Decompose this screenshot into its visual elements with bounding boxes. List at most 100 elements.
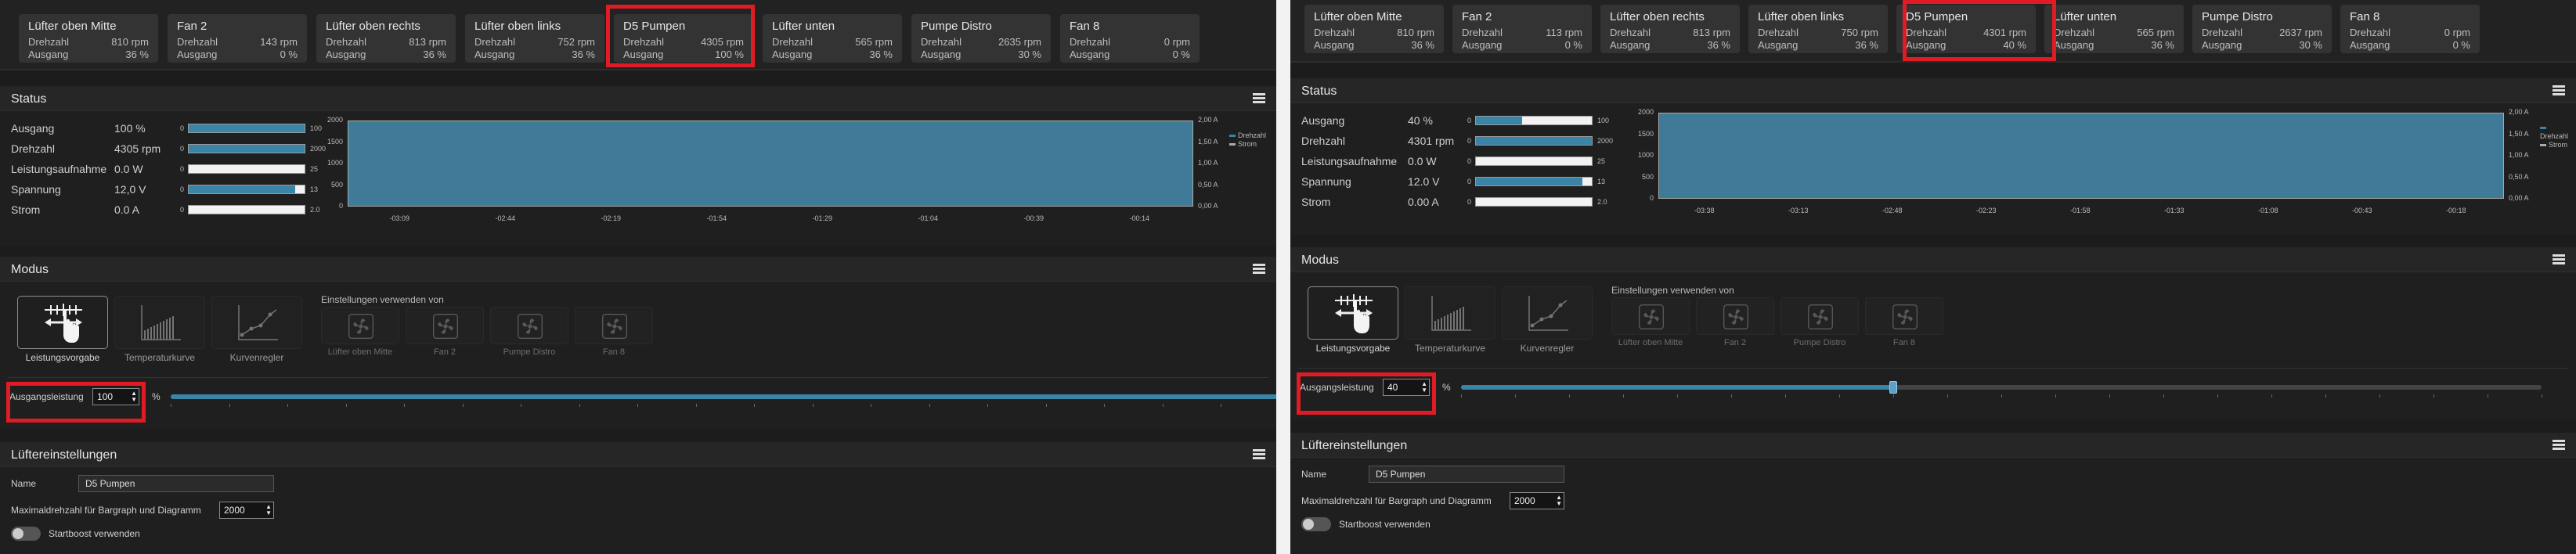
status-bar-fill (189, 124, 305, 132)
source-fan-button[interactable] (1611, 297, 1690, 335)
status-bar (1475, 156, 1593, 166)
fan-rpm-label: Drehzahl (326, 36, 367, 48)
bar-min-label: 0 (180, 206, 185, 214)
slider-tick (462, 404, 464, 407)
mode-button-0[interactable] (1308, 286, 1398, 340)
status-value: 4301 rpm (1408, 135, 1455, 147)
status-bar (188, 144, 305, 153)
slider-tick (2163, 394, 2164, 398)
fan-tile-1[interactable]: Fan 2 Drehzahl 143 rpm Ausgang 0 % (168, 14, 307, 63)
fan-tile-3[interactable]: Lüfter oben links Drehzahl 750 rpm Ausgang 3… (1748, 5, 1888, 53)
highlight-output-field (1297, 372, 1436, 415)
status-header: Status (1290, 78, 2576, 103)
source-fan-button[interactable] (575, 307, 653, 344)
legend-label: Drehzahl (1238, 131, 1267, 139)
fan-tile-5[interactable]: Lüfter unten Drehzahl 565 rpm Ausgang 36 % (2044, 5, 2184, 53)
hamburger-menu-icon[interactable] (2553, 85, 2565, 96)
fan-tile-7[interactable]: Fan 8 Drehzahl 0 rpm Ausgang 0 % (2340, 5, 2480, 53)
fan-tile-1[interactable]: Fan 2 Drehzahl 113 rpm Ausgang 0 % (1452, 5, 1592, 53)
fan-tile-6[interactable]: Pumpe Distro Drehzahl 2637 rpm Ausgang 30 % (2192, 5, 2332, 53)
mode-label: Temperaturkurve (1414, 343, 1486, 354)
mode-label: Leistungsvorgabe (1315, 343, 1391, 354)
fan-tile-3[interactable]: Lüfter oben links Drehzahl 752 rpm Ausgang 3… (465, 14, 604, 63)
startboost-label: Startboost verwenden (49, 528, 140, 539)
fan-tile-6[interactable]: Pumpe Distro Drehzahl 2635 rpm Ausgang 30 % (911, 14, 1051, 63)
fan-tile-2[interactable]: Lüfter oben rechts Drehzahl 813 rpm Ausgang… (1600, 5, 1740, 53)
mode-label: Kurvenregler (229, 352, 284, 363)
startboost-toggle[interactable] (1301, 517, 1331, 531)
hamburger-menu-icon[interactable] (2553, 254, 2565, 265)
fan-name-input[interactable]: D5 Pumpen (78, 475, 274, 492)
bar-min-label: 0 (1467, 137, 1472, 145)
x-tick: -00:39 (1023, 214, 1044, 222)
slider-thumb[interactable] (1889, 381, 1897, 394)
fan-output-value: 36 % (1855, 39, 1878, 51)
max-rpm-input[interactable]: 2000 ▲ ▼ (1510, 492, 1564, 509)
fan-rpm-value: 752 rpm (557, 36, 595, 48)
mode-label: Leistungsvorgabe (25, 352, 100, 363)
fan-tile-7[interactable]: Fan 8 Drehzahl 0 rpm Ausgang 0 % (1060, 14, 1200, 63)
output-power-slider[interactable] (171, 394, 1276, 399)
legend-label: Strom (1238, 140, 1257, 148)
max-rpm-input[interactable]: 2000 ▲ ▼ (219, 502, 274, 519)
fan-name: Fan 2 (177, 20, 207, 33)
bar-max-label: 13 (1597, 178, 1606, 185)
hamburger-menu-icon[interactable] (1253, 93, 1265, 104)
fan-rpm-row: Drehzahl 810 rpm (28, 36, 149, 49)
history-chart: 2000 2,00 A 1500 1,50 A 1000 1,00 A 500 0,50 A 0… (1638, 108, 2529, 214)
source-fan-button[interactable] (1780, 297, 1859, 335)
source-fan-button[interactable] (1696, 297, 1774, 335)
y-tick-left: 1000 (327, 159, 343, 167)
slider-tick (1785, 394, 1786, 398)
hamburger-menu-icon[interactable] (1253, 264, 1265, 275)
slider-tick (987, 404, 988, 407)
source-fan-label: Fan 8 (602, 347, 626, 357)
fan-output-label: Ausgang (921, 49, 961, 60)
mode-button-2[interactable] (1502, 286, 1593, 340)
slider-tick (1677, 394, 1678, 398)
slider-tick (579, 404, 580, 407)
source-fan-button[interactable] (406, 307, 484, 344)
legend-item: Strom (1229, 140, 1266, 149)
spinner-arrows-icon[interactable]: ▲ ▼ (1556, 495, 1562, 507)
mode-button-1[interactable] (114, 296, 205, 349)
temperature-curve-icon (141, 305, 181, 340)
fan-name-input[interactable]: D5 Pumpen (1369, 466, 1564, 483)
status-title: Status (11, 92, 47, 106)
fan-output-label: Ausgang (326, 49, 366, 60)
hamburger-menu-icon[interactable] (1253, 449, 1265, 460)
modus-title: Modus (1301, 254, 1340, 267)
source-fan-label: Lüfter oben Mitte (1618, 338, 1683, 347)
mode-button-0[interactable] (17, 296, 108, 349)
fan-output-value: 36 % (125, 49, 149, 60)
y-tick-left: 1000 (1637, 151, 1654, 159)
spinner-arrows-icon[interactable]: ▲ ▼ (265, 504, 272, 516)
fan-output-label: Ausgang (28, 49, 69, 60)
status-title: Status (1301, 85, 1337, 98)
status-bar-fill (1476, 178, 1583, 185)
y-tick-left: 0 (1649, 194, 1654, 202)
output-power-slider[interactable] (1461, 385, 2542, 390)
status-header: Status (0, 86, 1276, 111)
fan-output-row: Ausgang 30 % (921, 49, 1041, 61)
fan-rpm-value: 2637 rpm (2279, 27, 2322, 38)
fan-tile-2[interactable]: Lüfter oben rechts Drehzahl 813 rpm Ausgang… (316, 14, 456, 63)
y-tick-left: 1500 (1637, 129, 1654, 138)
startboost-toggle[interactable] (11, 527, 41, 541)
mode-button-2[interactable] (211, 296, 302, 349)
fan-tile-0[interactable]: Lüfter oben Mitte Drehzahl 810 rpm Ausgang 3… (19, 14, 158, 63)
source-fan-button[interactable] (490, 307, 568, 344)
fan-tile-0[interactable]: Lüfter oben Mitte Drehzahl 810 rpm Ausgang 3… (1304, 5, 1444, 53)
fan-rpm-row: Drehzahl 0 rpm (1070, 36, 1190, 49)
fan-output-label: Ausgang (1610, 39, 1651, 51)
slider-tick (1104, 404, 1105, 407)
fan-rpm-label: Drehzahl (1462, 27, 1503, 38)
hand-slider-icon (1335, 294, 1373, 333)
slider-tick (1162, 404, 1164, 407)
fan-tile-5[interactable]: Lüfter unten Drehzahl 565 rpm Ausgang 36 % (763, 14, 902, 63)
fan-icon (1723, 304, 1748, 329)
mode-button-1[interactable] (1405, 286, 1495, 340)
source-fan-button[interactable] (1865, 297, 1943, 335)
source-fan-button[interactable] (321, 307, 399, 344)
hamburger-menu-icon[interactable] (2553, 440, 2565, 451)
